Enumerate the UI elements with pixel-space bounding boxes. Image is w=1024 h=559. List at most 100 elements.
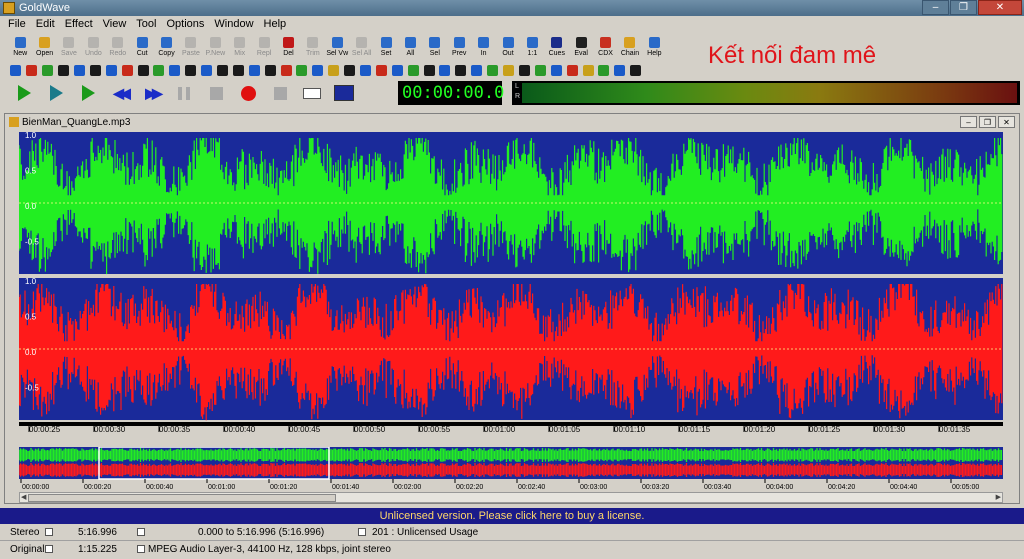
- toolbar-button-chain[interactable]: Chain: [618, 33, 642, 61]
- effect-button-7[interactable]: [103, 62, 119, 78]
- effect-button-16[interactable]: [246, 62, 262, 78]
- effect-button-18[interactable]: [278, 62, 294, 78]
- stop-record-button[interactable]: [264, 81, 296, 105]
- toolbar-button-all[interactable]: All: [398, 33, 422, 61]
- toolbar-button-in[interactable]: In: [471, 33, 495, 61]
- effect-button-15[interactable]: [230, 62, 246, 78]
- effect-button-25[interactable]: [389, 62, 405, 78]
- effect-button-13[interactable]: [199, 62, 215, 78]
- toolbar-button-save[interactable]: Save: [57, 33, 81, 61]
- effect-button-12[interactable]: [183, 62, 199, 78]
- toolbar-button-cdx[interactable]: CDX: [593, 33, 617, 61]
- effect-button-27[interactable]: [421, 62, 437, 78]
- effect-button-35[interactable]: [548, 62, 564, 78]
- toolbar-button-paste[interactable]: Paste: [179, 33, 203, 61]
- overview-bar[interactable]: 00:00:00 00:00:20 00:00:40 00:01:00 00:01:20…: [19, 447, 1003, 491]
- toolbar-button-new[interactable]: New: [8, 33, 32, 61]
- menu-tool[interactable]: Tool: [131, 18, 161, 30]
- menu-options[interactable]: Options: [161, 18, 209, 30]
- toolbar-button-undo[interactable]: Undo: [81, 33, 105, 61]
- pause-button[interactable]: [168, 81, 200, 105]
- stop-button[interactable]: [200, 81, 232, 105]
- effect-button-23[interactable]: [358, 62, 374, 78]
- menu-view[interactable]: View: [98, 18, 132, 30]
- toolbar-button-prev[interactable]: Prev: [447, 33, 471, 61]
- toolbar-button-1-1[interactable]: 1:1: [520, 33, 544, 61]
- effect-button-30[interactable]: [469, 62, 485, 78]
- effect-button-28[interactable]: [437, 62, 453, 78]
- effect-button-26[interactable]: [405, 62, 421, 78]
- doc-minimize-button[interactable]: –: [960, 116, 977, 128]
- effect-button-3[interactable]: [40, 62, 56, 78]
- effect-button-22[interactable]: [342, 62, 358, 78]
- scroll-right-icon[interactable]: ▶: [996, 493, 1001, 501]
- effect-button-29[interactable]: [453, 62, 469, 78]
- toolbar-button-trim[interactable]: Trim: [301, 33, 325, 61]
- toolbar-button-repl[interactable]: Repl: [252, 33, 276, 61]
- effect-button-9[interactable]: [135, 62, 151, 78]
- fast-forward-button[interactable]: ▶▶: [136, 81, 168, 105]
- doc-close-button[interactable]: ✕: [998, 116, 1015, 128]
- toolbar-button-p-new[interactable]: P.New: [203, 33, 227, 61]
- toolbar-button-del[interactable]: Del: [276, 33, 300, 61]
- effect-button-19[interactable]: [294, 62, 310, 78]
- record-button[interactable]: [232, 81, 264, 105]
- toolbar-button-cut[interactable]: Cut: [130, 33, 154, 61]
- play-from-cursor-button[interactable]: [72, 81, 104, 105]
- effect-button-32[interactable]: [501, 62, 517, 78]
- toolbar-button-mix[interactable]: Mix: [228, 33, 252, 61]
- toolbar-button-out[interactable]: Out: [496, 33, 520, 61]
- play-selection-button[interactable]: [40, 81, 72, 105]
- toolbar-button-redo[interactable]: Redo: [106, 33, 130, 61]
- toolbar-button-copy[interactable]: Copy: [154, 33, 178, 61]
- toolbar-button-eval[interactable]: Eval: [569, 33, 593, 61]
- menu-effect[interactable]: Effect: [60, 18, 98, 30]
- effect-button-40[interactable]: [628, 62, 644, 78]
- effect-button-5[interactable]: [72, 62, 88, 78]
- effect-button-17[interactable]: [262, 62, 278, 78]
- toolbar-button-sel-all[interactable]: Sel All: [349, 33, 373, 61]
- effect-button-34[interactable]: [532, 62, 548, 78]
- effect-button-1[interactable]: [8, 62, 24, 78]
- license-text[interactable]: Unlicensed version. Please click here to…: [380, 510, 645, 522]
- close-button[interactable]: ✕: [978, 0, 1022, 15]
- effect-button-2[interactable]: [24, 62, 40, 78]
- toolbar-button-help[interactable]: Help: [642, 33, 666, 61]
- menu-window[interactable]: Window: [209, 18, 258, 30]
- effect-button-6[interactable]: [87, 62, 103, 78]
- control-properties-button[interactable]: [328, 81, 360, 105]
- menu-file[interactable]: File: [3, 18, 31, 30]
- doc-restore-button[interactable]: ❐: [979, 116, 996, 128]
- effect-button-14[interactable]: [215, 62, 231, 78]
- effect-button-24[interactable]: [373, 62, 389, 78]
- effect-button-33[interactable]: [517, 62, 533, 78]
- effect-button-8[interactable]: [119, 62, 135, 78]
- toolbar-button-cues[interactable]: Cues: [545, 33, 569, 61]
- scroll-thumb[interactable]: [28, 494, 336, 502]
- play-all-button[interactable]: [8, 81, 40, 105]
- toolbar-button-open[interactable]: Open: [32, 33, 56, 61]
- restore-button[interactable]: ❐: [950, 0, 977, 15]
- effect-button-38[interactable]: [596, 62, 612, 78]
- horizontal-scrollbar[interactable]: ◀ ▶: [19, 492, 1003, 503]
- effect-button-4[interactable]: [56, 62, 72, 78]
- license-banner[interactable]: Unlicensed version. Please click here to…: [0, 508, 1024, 524]
- menu-help[interactable]: Help: [259, 18, 292, 30]
- effect-button-39[interactable]: [612, 62, 628, 78]
- effect-button-21[interactable]: [326, 62, 342, 78]
- effect-button-37[interactable]: [580, 62, 596, 78]
- rewind-button[interactable]: ◀◀: [104, 81, 136, 105]
- effect-button-36[interactable]: [564, 62, 580, 78]
- effect-button-31[interactable]: [485, 62, 501, 78]
- monitor-toggle[interactable]: [296, 81, 328, 105]
- effect-button-20[interactable]: [310, 62, 326, 78]
- toolbar-button-set[interactable]: Set: [374, 33, 398, 61]
- waveform-view[interactable]: 1.0 0.5 0.0 -0.5 1.0 0.5 0.0 -0.5 00:00:25 00:00:…: [19, 132, 1003, 432]
- effect-button-10[interactable]: [151, 62, 167, 78]
- scroll-left-icon[interactable]: ◀: [21, 493, 26, 501]
- minimize-button[interactable]: –: [922, 0, 949, 15]
- toolbar-button-sel[interactable]: Sel: [423, 33, 447, 61]
- menu-edit[interactable]: Edit: [31, 18, 60, 30]
- effect-button-11[interactable]: [167, 62, 183, 78]
- toolbar-button-sel-vw[interactable]: Sel Vw: [325, 33, 349, 61]
